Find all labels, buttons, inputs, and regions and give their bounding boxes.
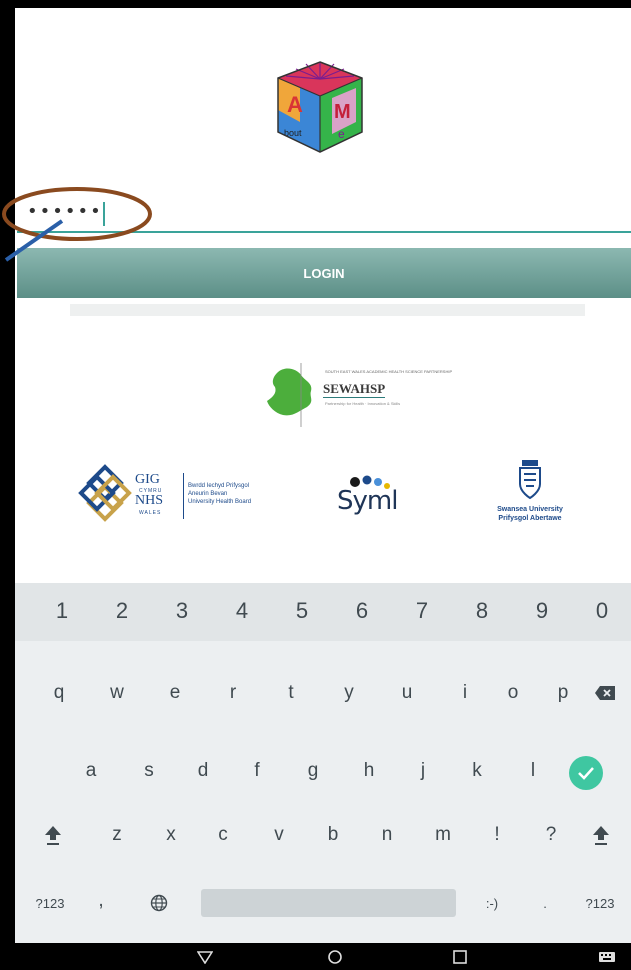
back-button[interactable]: [185, 943, 225, 970]
key-8[interactable]: 8: [454, 591, 510, 631]
sewahsp-tagline: Partnership for Health · Innovation & Sk…: [325, 401, 401, 406]
spacebar[interactable]: [201, 889, 456, 917]
key-question[interactable]: ?: [523, 815, 579, 855]
key-r[interactable]: r: [205, 673, 261, 713]
university-crest-icon: [519, 460, 541, 500]
key-6[interactable]: 6: [334, 591, 390, 631]
recents-button[interactable]: [440, 943, 480, 970]
nhs-gig-text: GIG: [135, 472, 160, 487]
key-k[interactable]: k: [449, 751, 505, 791]
key-2[interactable]: 2: [94, 591, 150, 631]
sewahsp-subtitle: SOUTH EAST WALES ACADEMIC HEALTH SCIENCE…: [325, 369, 453, 374]
wales-map-icon: [267, 363, 312, 427]
logo-letter-a: A: [287, 92, 303, 117]
app-screen: A M e bout •••••• LOGIN SOUTH EAST WALES…: [15, 8, 631, 970]
shift-icon: [593, 826, 609, 845]
comma-key[interactable]: ,: [81, 881, 121, 921]
backspace-icon: [595, 686, 615, 700]
shift-key-left[interactable]: [33, 815, 73, 855]
key-7[interactable]: 7: [394, 591, 450, 631]
key-exclamation[interactable]: !: [469, 815, 525, 855]
key-t[interactable]: t: [263, 673, 319, 713]
key-h[interactable]: h: [341, 751, 397, 791]
key-e[interactable]: e: [147, 673, 203, 713]
key-s[interactable]: s: [121, 751, 177, 791]
key-q[interactable]: q: [31, 673, 87, 713]
keyboard-switch-button[interactable]: [587, 943, 627, 970]
key-5[interactable]: 5: [274, 591, 330, 631]
logo-letter-m: M: [334, 101, 351, 123]
shift-key-right[interactable]: [581, 815, 621, 855]
nhs-board-line-3: University Health Board: [188, 499, 252, 505]
key-c[interactable]: c: [195, 815, 251, 855]
nhs-divider: [183, 473, 184, 519]
key-y[interactable]: y: [321, 673, 377, 713]
emoji-key[interactable]: :-): [470, 883, 514, 923]
login-button[interactable]: LOGIN: [17, 248, 631, 298]
period-key[interactable]: .: [525, 883, 565, 923]
login-button-shadow: [70, 304, 585, 316]
globe-icon: [150, 894, 168, 912]
key-g[interactable]: g: [285, 751, 341, 791]
nhs-wales-text: WALES: [139, 510, 162, 516]
nhs-aneurin-bevan-logo: GIG CYMRU NHS WALES Bwrdd Iechyd Prifysg…: [77, 463, 307, 533]
key-9[interactable]: 9: [514, 591, 570, 631]
nhs-board-line-1: Bwrdd Iechyd Prifysgol: [188, 483, 250, 489]
key-j[interactable]: j: [395, 751, 451, 791]
about-me-logo: A M e bout: [277, 61, 363, 153]
key-3[interactable]: 3: [154, 591, 210, 631]
key-n[interactable]: n: [359, 815, 415, 855]
key-w[interactable]: w: [89, 673, 145, 713]
symbols-key-right[interactable]: ?123: [575, 883, 625, 923]
key-p[interactable]: p: [535, 673, 591, 713]
nhs-text: NHS: [135, 493, 164, 508]
back-triangle-icon: [197, 950, 213, 964]
key-f[interactable]: f: [229, 751, 285, 791]
logo-letter-e: e: [338, 127, 345, 141]
symbols-key[interactable]: ?123: [25, 883, 75, 923]
sewahsp-logo: SOUTH EAST WALES ACADEMIC HEALTH SCIENCE…: [263, 361, 452, 429]
shift-icon: [45, 826, 61, 845]
key-m[interactable]: m: [415, 815, 471, 855]
key-o[interactable]: o: [485, 673, 541, 713]
password-field[interactable]: ••••••: [17, 198, 631, 233]
password-mask: ••••••: [27, 201, 103, 222]
nhs-board-line-2: Aneurin Bevan: [188, 491, 228, 497]
home-button[interactable]: [315, 943, 355, 970]
key-a[interactable]: a: [63, 751, 119, 791]
key-l[interactable]: l: [505, 751, 561, 791]
key-1[interactable]: 1: [34, 591, 90, 631]
key-z[interactable]: z: [89, 815, 145, 855]
key-d[interactable]: d: [175, 751, 231, 791]
enter-key[interactable]: [569, 756, 603, 790]
sewahsp-name: SEWAHSP: [323, 381, 386, 398]
key-v[interactable]: v: [251, 815, 307, 855]
key-b[interactable]: b: [305, 815, 361, 855]
text-cursor: [103, 202, 105, 226]
android-navigation-bar: [15, 943, 631, 970]
nhs-knot-icon: [78, 464, 132, 522]
key-x[interactable]: x: [143, 815, 199, 855]
keyboard-icon: [599, 951, 615, 962]
syml-wordmark: Syml: [337, 486, 398, 516]
swansea-university-logo: Swansea University Prifysgol Abertawe: [470, 458, 590, 533]
key-u[interactable]: u: [379, 673, 435, 713]
swansea-name-cy: Prifysgol Abertawe: [498, 515, 562, 522]
checkmark-icon: [578, 767, 594, 780]
device-frame: A M e bout •••••• LOGIN SOUTH EAST WALES…: [0, 0, 631, 970]
swansea-name-en: Swansea University: [497, 506, 563, 513]
home-circle-icon: [328, 949, 342, 964]
key-0[interactable]: 0: [574, 591, 630, 631]
backspace-key[interactable]: [585, 673, 625, 713]
keyboard-number-row: 1 2 3 4 5 6 7 8 9 0: [15, 583, 631, 641]
onscreen-keyboard: 1 2 3 4 5 6 7 8 9 0 q w e r t y u i o p: [15, 583, 631, 943]
language-key[interactable]: [139, 883, 179, 923]
key-4[interactable]: 4: [214, 591, 270, 631]
syml-logo: Syml: [325, 468, 435, 528]
recents-square-icon: [453, 949, 467, 964]
